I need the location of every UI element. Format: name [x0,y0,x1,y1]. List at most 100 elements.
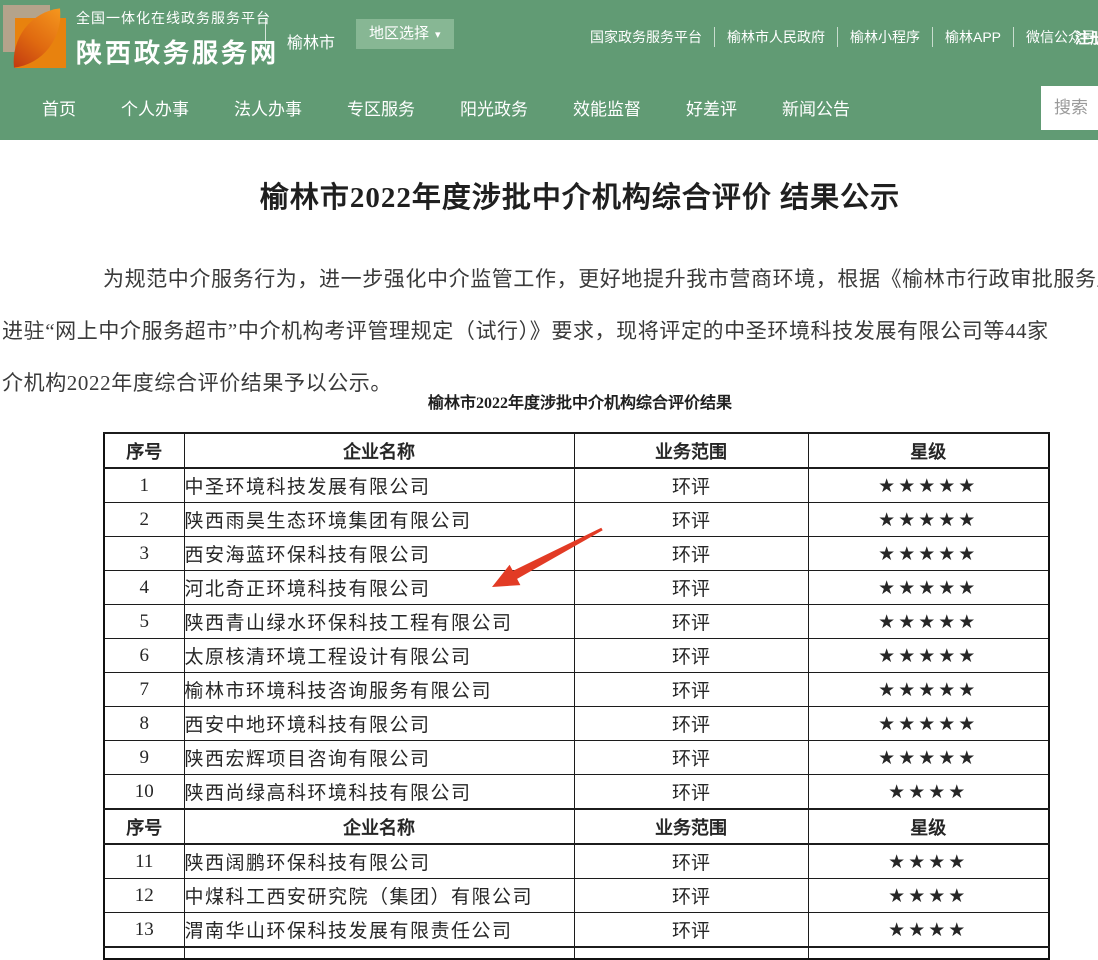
star-rating-cell: ★★★★★ [808,673,1049,707]
column-header: 序号 [104,809,184,844]
nav-item-supervision[interactable]: 效能监督 [573,95,641,120]
business-scope-cell: 环评 [574,775,808,810]
row-number-cell: 2 [104,503,184,537]
row-number-cell: 3 [104,537,184,571]
platform-label: 全国一体化在线政务服务平台 [76,8,279,28]
paragraph-line: 进驻“网上中介服务超市”中介机构考评管理规定（试行）》要求，现将评定的中圣环境科… [2,305,1098,357]
table-row: 1中圣环境科技发展有限公司环评★★★★★ [104,468,1049,503]
register-link[interactable]: 注册 [1075,27,1098,48]
site-logo[interactable] [3,5,66,68]
nav-item-special-zone[interactable]: 专区服务 [347,95,415,120]
site-header: 全国一体化在线政务服务平台 陕西政务服务网 榆林市 地区选择 ▾ 国家政务服务平台… [0,0,1098,140]
table-row: 5陕西青山绿水环保科技工程有限公司环评★★★★★ [104,605,1049,639]
search-input[interactable] [1041,86,1098,130]
business-scope-cell: 环评 [574,503,808,537]
table-row: 4河北奇正环境科技有限公司环评★★★★★ [104,571,1049,605]
table-row: 2陕西雨昊生态环境集团有限公司环评★★★★★ [104,503,1049,537]
business-scope-cell: 环评 [574,673,808,707]
star-rating-cell: ★★★★ [808,775,1049,810]
table-row: 11陕西阔鹏环保科技有限公司环评★★★★ [104,844,1049,879]
star-rating-cell: ★★★★ [808,913,1049,948]
business-scope-cell: 环评 [574,537,808,571]
table-row: 7榆林市环境科技咨询服务有限公司环评★★★★★ [104,673,1049,707]
site-name: 陕西政务服务网 [76,33,279,70]
top-link-app[interactable]: 榆林APP [932,27,1013,47]
page-title: 榆林市2022年度涉批中介机构综合评价 结果公示 [0,174,1098,216]
results-table-body: 序号企业名称业务范围星级1中圣环境科技发展有限公司环评★★★★★2陕西雨昊生态环… [104,433,1049,959]
table-header-row: 序号企业名称业务范围星级 [104,809,1049,844]
column-header: 序号 [104,433,184,468]
top-links: 国家政务服务平台 榆林市人民政府 榆林小程序 榆林APP 微信公众号 [578,27,1098,47]
row-number-cell: 10 [104,775,184,810]
star-rating-cell: ★★★★★ [808,503,1049,537]
announcement-document: 榆林市2022年度涉批中介机构综合评价 结果公示 为规范中介服务行为，进一步强化… [0,140,1098,947]
row-number-cell: 12 [104,879,184,913]
empty-cell [808,947,1049,959]
company-name-cell: 西安海蓝环保科技有限公司 [184,537,574,571]
empty-cell [104,947,184,959]
company-name-cell: 渭南华山环保科技发展有限责任公司 [184,913,574,948]
company-name-cell: 西安中地环境科技有限公司 [184,707,574,741]
nav-item-legal-person[interactable]: 法人办事 [234,95,302,120]
table-row: 10陕西尚绿高科环境科技有限公司环评★★★★ [104,775,1049,810]
row-number-cell: 1 [104,468,184,503]
row-number-cell: 8 [104,707,184,741]
nav-item-home[interactable]: 首页 [42,95,76,120]
row-number-cell: 9 [104,741,184,775]
row-number-cell: 11 [104,844,184,879]
table-row: 3西安海蓝环保科技有限公司环评★★★★★ [104,537,1049,571]
empty-cell [184,947,574,959]
brand-block: 全国一体化在线政务服务平台 陕西政务服务网 [76,8,279,70]
nav-item-personal[interactable]: 个人办事 [121,95,189,120]
company-name-cell: 河北奇正环境科技有限公司 [184,571,574,605]
company-name-cell: 陕西雨昊生态环境集团有限公司 [184,503,574,537]
table-header-row: 序号企业名称业务范围星级 [104,433,1049,468]
top-link-national-platform[interactable]: 国家政务服务平台 [578,27,714,47]
business-scope-cell: 环评 [574,879,808,913]
business-scope-cell: 环评 [574,605,808,639]
star-rating-cell: ★★★★★ [808,571,1049,605]
company-name-cell: 陕西尚绿高科环境科技有限公司 [184,775,574,810]
results-table: 序号企业名称业务范围星级1中圣环境科技发展有限公司环评★★★★★2陕西雨昊生态环… [103,432,1050,960]
business-scope-cell: 环评 [574,844,808,879]
chevron-down-icon: ▾ [435,29,441,41]
row-number-cell: 7 [104,673,184,707]
table-row-partial [104,947,1049,959]
business-scope-cell: 环评 [574,571,808,605]
current-city-label: 榆林市 [287,29,335,53]
column-header: 企业名称 [184,433,574,468]
company-name-cell: 榆林市环境科技咨询服务有限公司 [184,673,574,707]
table-row: 8西安中地环境科技有限公司环评★★★★★ [104,707,1049,741]
star-rating-cell: ★★★★★ [808,639,1049,673]
star-rating-cell: ★★★★★ [808,707,1049,741]
company-name-cell: 陕西青山绿水环保科技工程有限公司 [184,605,574,639]
star-rating-cell: ★★★★ [808,879,1049,913]
company-name-cell: 中煤科工西安研究院（集团）有限公司 [184,879,574,913]
company-name-cell: 太原核清环境工程设计有限公司 [184,639,574,673]
business-scope-cell: 环评 [574,639,808,673]
column-header: 星级 [808,433,1049,468]
table-row: 6太原核清环境工程设计有限公司环评★★★★★ [104,639,1049,673]
top-link-city-government[interactable]: 榆林市人民政府 [714,27,837,47]
table-caption: 榆林市2022年度涉批中介机构综合评价结果 [0,389,1098,413]
business-scope-cell: 环评 [574,741,808,775]
page: 全国一体化在线政务服务平台 陕西政务服务网 榆林市 地区选择 ▾ 国家政务服务平台… [0,0,1098,947]
region-select-button[interactable]: 地区选择 ▾ [356,19,454,49]
main-nav: 首页 个人办事 法人办事 专区服务 阳光政务 效能监督 好差评 新闻公告 [0,75,1098,140]
star-rating-cell: ★★★★ [808,844,1049,879]
announcement-paragraph: 为规范中介服务行为，进一步强化中介监管工作，更好地提升我市营商环境，根据《榆林市… [2,253,1098,409]
empty-cell [574,947,808,959]
nav-item-news[interactable]: 新闻公告 [782,95,850,120]
row-number-cell: 13 [104,913,184,948]
star-rating-cell: ★★★★★ [808,537,1049,571]
row-number-cell: 4 [104,571,184,605]
column-header: 业务范围 [574,433,808,468]
business-scope-cell: 环评 [574,913,808,948]
nav-item-rating[interactable]: 好差评 [686,95,737,120]
region-select-label: 地区选择 [369,25,429,42]
table-row: 12中煤科工西安研究院（集团）有限公司环评★★★★ [104,879,1049,913]
nav-item-open-gov[interactable]: 阳光政务 [460,95,528,120]
top-link-mini-program[interactable]: 榆林小程序 [837,27,932,47]
business-scope-cell: 环评 [574,707,808,741]
column-header: 业务范围 [574,809,808,844]
